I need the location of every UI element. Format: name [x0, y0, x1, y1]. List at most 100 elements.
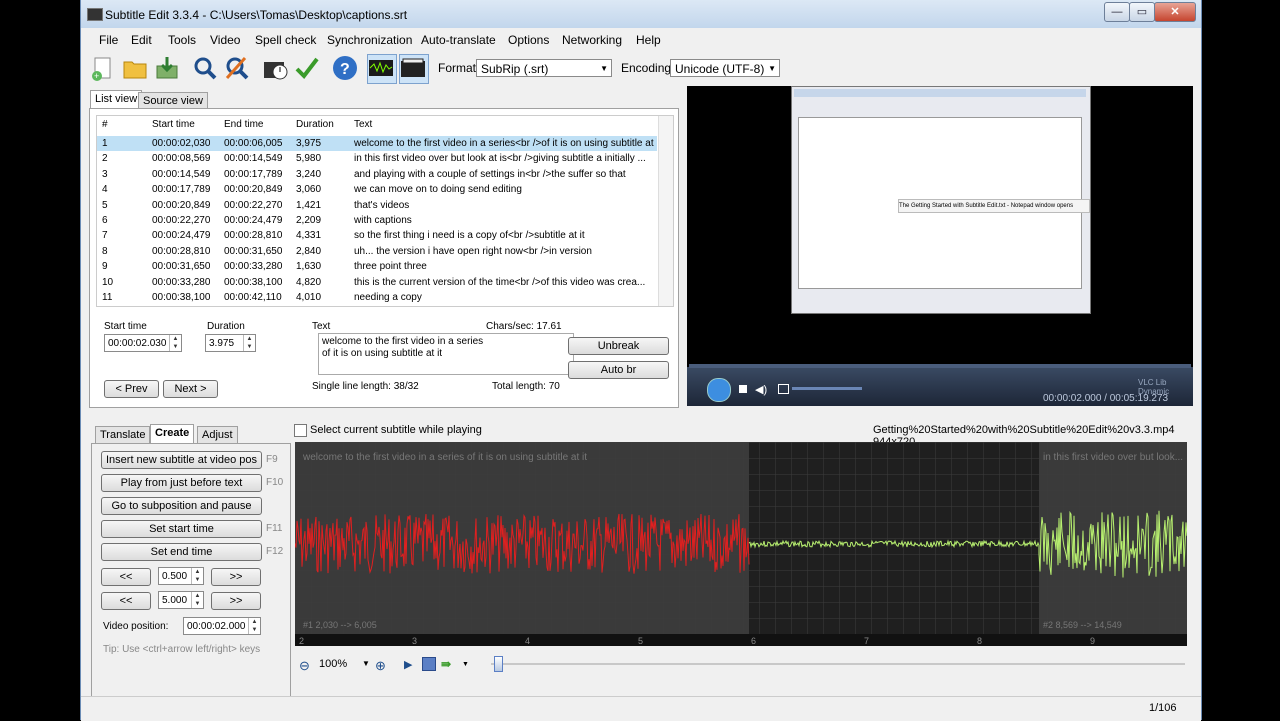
menu-video[interactable]: Video [210, 33, 240, 47]
wave-sub-1-info: #1 2,030 --> 6,005 [303, 620, 377, 630]
new-file-icon[interactable]: + [89, 54, 117, 82]
step-input-1[interactable]: 0.500 ▲ ▼ [158, 567, 204, 585]
set-start-button[interactable]: Set start time [101, 520, 262, 538]
table-row[interactable]: 10 00:00:33,280 00:00:38,100 4,820 this is t… [97, 275, 657, 290]
close-button[interactable]: ✕ [1154, 2, 1196, 22]
tab-translate[interactable]: Translate [95, 426, 151, 443]
waveform-canvas[interactable]: welcome to the first video in a series o… [294, 442, 1188, 646]
menu-file[interactable]: File [99, 33, 118, 47]
table-cell: 4,010 [296, 292, 322, 303]
video-seekbar[interactable] [689, 364, 1191, 368]
replace-icon[interactable] [223, 54, 251, 82]
video-toggle-icon[interactable] [399, 54, 429, 84]
table-row[interactable]: 5 00:00:20,849 00:00:22,270 1,421 that's vid… [97, 198, 657, 213]
menu-options[interactable]: Options [508, 33, 549, 47]
waveform-position-slider[interactable] [494, 656, 503, 672]
menu-synchronization[interactable]: Synchronization [327, 33, 412, 47]
step-back-button-2[interactable]: << [101, 592, 151, 610]
col-text[interactable]: Text [354, 116, 372, 134]
duration-input[interactable]: 3.975 ▲ ▼ [205, 334, 256, 352]
encoding-select[interactable]: Unicode (UTF-8) ▼ [670, 59, 780, 77]
waveform-view-icon[interactable] [422, 657, 436, 671]
video-player[interactable]: The Getting Started with Subtitle Edit.t… [687, 86, 1193, 406]
save-icon[interactable] [153, 54, 181, 82]
waveform-toggle-icon[interactable] [367, 54, 397, 84]
table-row[interactable]: 4 00:00:17,789 00:00:20,849 3,060 we can mov… [97, 182, 657, 197]
spin-arrows-icon[interactable]: ▲ ▼ [169, 335, 181, 351]
table-cell: 00:00:28,810 [224, 230, 283, 242]
table-row[interactable]: 3 00:00:14,549 00:00:17,789 3,240 and playin… [97, 167, 657, 182]
step-back-button-1[interactable]: << [101, 568, 151, 586]
col-duration[interactable]: Duration [296, 116, 334, 134]
play-icon[interactable]: ▶ [404, 658, 412, 671]
volume-icon[interactable]: ◀) [755, 383, 767, 396]
waveform-position-track[interactable] [491, 663, 1185, 665]
start-time-input[interactable]: 00:00:02.030 ▲ ▼ [104, 334, 182, 352]
open-folder-icon[interactable] [121, 54, 149, 82]
menu-auto-translate[interactable]: Auto-translate [421, 33, 496, 47]
menu-edit[interactable]: Edit [131, 33, 152, 47]
video-controls: ◀) VLC Lib Dynamic 00:00:02.000 / 00:05:… [687, 364, 1193, 406]
step-forward-button-2[interactable]: >> [211, 592, 261, 610]
find-icon[interactable] [191, 54, 219, 82]
menu-networking[interactable]: Networking [562, 33, 622, 47]
stop-icon[interactable] [739, 385, 747, 393]
spin-arrows-icon[interactable]: ▲ ▼ [243, 335, 255, 351]
table-row[interactable]: 11 00:00:38,100 00:00:42,110 4,010 needing a… [97, 290, 657, 305]
next-button[interactable]: Next > [163, 380, 218, 398]
single-line-length: Single line length: 38/32 [312, 381, 419, 392]
spin-arrows-icon[interactable]: ▲ ▼ [248, 618, 260, 634]
chevron-down-icon[interactable]: ▼ [462, 661, 469, 668]
table-cell: 4 [102, 184, 108, 196]
chevron-down-icon[interactable]: ▼ [362, 659, 370, 668]
subtitle-text-editor[interactable]: welcome to the first video in a series o… [318, 333, 574, 375]
menu-spell-check[interactable]: Spell check [255, 33, 316, 47]
tab-source-view[interactable]: Source view [138, 92, 208, 109]
maximize-button[interactable]: ▭ [1129, 2, 1155, 22]
fullscreen-icon[interactable] [778, 384, 789, 394]
insert-subtitle-button[interactable]: Insert new subtitle at video pos [101, 451, 262, 469]
tab-create[interactable]: Create [150, 424, 195, 443]
table-row[interactable]: 2 00:00:08,569 00:00:14,549 5,980 in this fi… [97, 151, 657, 166]
step-forward-button-1[interactable]: >> [211, 568, 261, 586]
video-position-input[interactable]: 00:00:02.000 ▲ ▼ [183, 617, 261, 635]
set-end-button[interactable]: Set end time [101, 543, 262, 561]
table-row[interactable]: 6 00:00:22,270 00:00:24,479 2,209 with capti… [97, 213, 657, 228]
grid-scrollbar[interactable] [658, 116, 673, 306]
video-time: 00:00:02.000 / 00:05:19.273 [1043, 393, 1169, 404]
table-row[interactable]: 7 00:00:24,479 00:00:28,810 4,331 so the fir… [97, 228, 657, 243]
table-row[interactable]: 8 00:00:28,810 00:00:31,650 2,840 uh... the … [97, 244, 657, 259]
col-number[interactable]: # [102, 116, 108, 134]
spin-arrows-icon[interactable]: ▲ ▼ [191, 592, 203, 608]
spell-check-icon[interactable] [293, 54, 321, 82]
zoom-in-icon[interactable]: ⊕ [375, 658, 386, 674]
spin-arrows-icon[interactable]: ▲ ▼ [191, 568, 203, 584]
col-end-time[interactable]: End time [224, 116, 263, 134]
go-subposition-button[interactable]: Go to subposition and pause [101, 497, 262, 515]
unbreak-button[interactable]: Unbreak [568, 337, 669, 355]
table-row[interactable]: 1 00:00:02,030 00:00:06,005 3,975 welcome to… [97, 136, 657, 151]
tab-adjust[interactable]: Adjust [197, 426, 238, 443]
table-row[interactable]: 9 00:00:31,650 00:00:33,280 1,630 three poin… [97, 259, 657, 274]
auto-br-button[interactable]: Auto br [568, 361, 669, 379]
subtitle-grid[interactable]: # Start time End time Duration Text 1 00:… [96, 115, 674, 307]
visual-sync-icon[interactable] [261, 54, 289, 82]
prev-button[interactable]: < Prev [104, 380, 159, 398]
select-while-playing-checkbox[interactable] [294, 424, 307, 437]
seconds-tick-label: 8 [977, 636, 982, 646]
menu-help[interactable]: Help [636, 33, 661, 47]
step-input-2[interactable]: 5.000 ▲ ▼ [158, 591, 204, 609]
minimize-button[interactable]: — [1104, 2, 1130, 22]
play-icon[interactable] [707, 378, 731, 402]
zoom-out-icon[interactable]: ⊖ [299, 658, 310, 674]
auto-advance-icon[interactable]: ⇛ [441, 657, 451, 671]
volume-slider[interactable] [792, 387, 862, 390]
col-start-time[interactable]: Start time [152, 116, 195, 134]
format-select[interactable]: SubRip (.srt) ▼ [476, 59, 612, 77]
play-before-button[interactable]: Play from just before text [101, 474, 262, 492]
tab-list-view[interactable]: List view [90, 90, 143, 109]
waveform-panel[interactable]: welcome to the first video in a series o… [294, 442, 1188, 646]
zoom-level[interactable]: 100% [319, 658, 347, 670]
menu-tools[interactable]: Tools [168, 33, 196, 47]
help-icon[interactable]: ? [331, 54, 359, 82]
